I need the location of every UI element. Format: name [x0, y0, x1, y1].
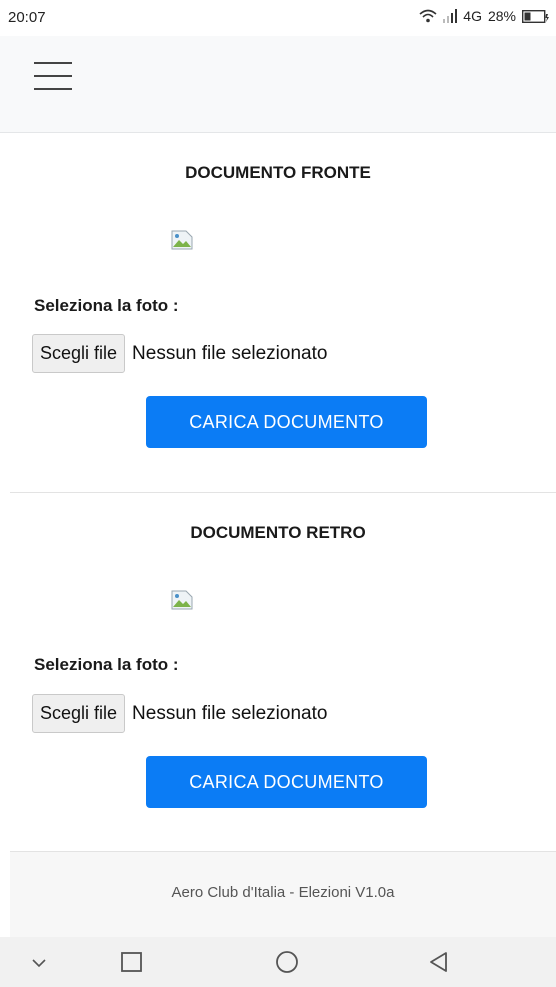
back-triangle-icon[interactable]	[422, 945, 456, 979]
footer: Aero Club d'Italia - Elezioni V1.0a	[10, 851, 556, 938]
file-status-text: Nessun file selezionato	[132, 342, 328, 364]
upload-document-button[interactable]: CARICA DOCUMENTO	[146, 756, 427, 808]
battery-icon	[522, 9, 550, 23]
choose-file-button[interactable]: Scegli file	[32, 694, 126, 733]
battery-percent: 28%	[487, 8, 516, 24]
section-divider	[10, 492, 556, 493]
upload-document-button[interactable]: CARICA DOCUMENTO	[146, 396, 427, 448]
file-input[interactable]: Scegli file Nessun file selezionato	[32, 334, 327, 373]
hamburger-menu-icon[interactable]	[34, 56, 74, 96]
select-photo-label: Seleziona la foto :	[34, 296, 179, 315]
status-bar: 20:07 4G 28%	[0, 0, 556, 36]
broken-image-icon	[171, 230, 193, 250]
wifi-icon	[419, 9, 437, 23]
file-status-text: Nessun file selezionato	[132, 702, 328, 724]
chevron-down-icon[interactable]	[22, 945, 56, 979]
footer-text: Aero Club d'Italia - Elezioni V1.0a	[171, 884, 395, 901]
section-title: DOCUMENTO RETRO	[190, 523, 366, 542]
status-indicators: 4G 28%	[419, 8, 550, 24]
navbar	[0, 36, 556, 133]
app-screen: 20:07 4G 28% DOCUMENTO FRONTE Seleziona …	[0, 0, 556, 987]
section-title: DOCUMENTO FRONTE	[185, 163, 371, 182]
file-input[interactable]: Scegli file Nessun file selezionato	[32, 694, 327, 733]
network-type: 4G	[463, 8, 482, 24]
status-time: 20:07	[8, 9, 46, 26]
home-circle-icon[interactable]	[270, 945, 304, 979]
signal-icon	[443, 9, 458, 23]
recents-square-icon[interactable]	[115, 945, 149, 979]
select-photo-label: Seleziona la foto :	[34, 655, 179, 674]
choose-file-button[interactable]: Scegli file	[32, 334, 126, 373]
android-navigation-bar	[0, 937, 556, 987]
broken-image-icon	[171, 590, 193, 610]
